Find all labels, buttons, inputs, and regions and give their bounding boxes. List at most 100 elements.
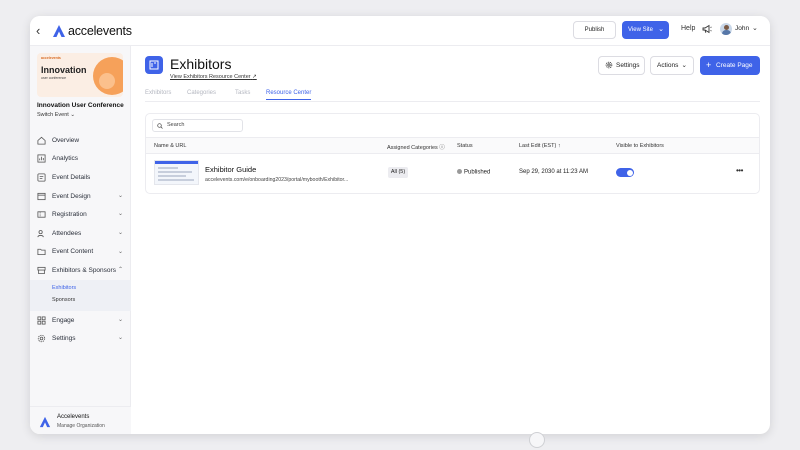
event-banner-subtitle: user conference <box>41 76 67 80</box>
brand-name: accelevents <box>68 24 132 38</box>
analytics-icon <box>37 154 46 163</box>
chevron-up-icon[interactable]: ⌃ <box>118 266 123 273</box>
attendees-icon <box>37 229 44 237</box>
event-details-icon <box>37 173 46 182</box>
organization-switcher[interactable]: Accelevents Manage Organization <box>30 406 131 434</box>
sidebar-item-label: Registration <box>52 211 87 219</box>
event-design-icon <box>37 192 46 200</box>
home-button[interactable] <box>529 432 545 448</box>
sidebar-subitem-exhibitors[interactable]: Exhibitors <box>52 285 76 291</box>
sidebar-item-event-details[interactable]: Event Details <box>30 168 131 187</box>
switch-event-dropdown[interactable]: Switch Event ⌄ <box>37 112 75 118</box>
top-bar: ‹ accelevents Publish View Site ⌄ Help J… <box>30 16 770 46</box>
chevron-down-icon[interactable]: ⌄ <box>118 229 123 236</box>
publish-button[interactable]: Publish <box>573 21 616 39</box>
status-badge: Published <box>457 169 490 176</box>
more-options-icon[interactable]: ••• <box>736 166 743 175</box>
actions-dropdown[interactable]: Actions ⌄ <box>650 56 694 75</box>
tab-bar: Exhibitors Categories Tasks Resource Cen… <box>145 90 760 102</box>
column-last-edit[interactable]: Last Edit (EST) ↑ <box>519 143 561 149</box>
user-name[interactable]: John <box>735 25 749 32</box>
chevron-down-icon[interactable]: ⌄ <box>118 316 123 323</box>
megaphone-icon[interactable] <box>702 24 712 34</box>
view-site-button[interactable]: View Site ⌄ <box>622 21 669 39</box>
tab-exhibitors[interactable]: Exhibitors <box>145 90 171 96</box>
sort-arrow-icon[interactable]: ↑ <box>558 143 561 149</box>
avatar[interactable] <box>720 23 732 35</box>
switch-event-label: Switch Event <box>37 112 69 118</box>
status-dot-icon <box>457 169 462 174</box>
app-window: ‹ accelevents Publish View Site ⌄ Help J… <box>30 16 770 434</box>
sidebar-submenu: Exhibitors Sponsors <box>30 279 131 311</box>
sidebar-item-event-content[interactable]: Event Content ⌄ <box>30 243 131 262</box>
sidebar-item-registration[interactable]: Registration ⌄ <box>30 205 131 224</box>
row-title[interactable]: Exhibitor Guide <box>205 165 256 174</box>
exhibitors-page-icon <box>145 56 163 74</box>
page-title: Exhibitors <box>170 56 232 72</box>
overview-icon <box>37 136 46 145</box>
column-status[interactable]: Status <box>457 143 473 149</box>
sidebar-item-label: Settings <box>52 335 76 343</box>
sidebar-item-label: Overview <box>52 136 80 144</box>
chevron-down-icon[interactable]: ⌄ <box>118 334 123 341</box>
column-visible[interactable]: Visible to Exhibitors <box>616 143 664 149</box>
info-icon[interactable]: ⓘ <box>439 145 445 151</box>
view-resource-center-label: View Exhibitors Resource Center <box>170 74 251 80</box>
status-label: Published <box>464 169 491 176</box>
view-resource-center-link[interactable]: View Exhibitors Resource Center ↗ <box>170 74 257 80</box>
settings-button[interactable]: Settings <box>598 56 645 75</box>
accelevents-logo-icon <box>39 416 51 428</box>
column-name-url[interactable]: Name & URL <box>154 143 186 149</box>
resource-table: Search Name & URL Assigned Categories ⓘ … <box>145 113 760 194</box>
category-chip[interactable]: All (5) <box>388 167 408 178</box>
sidebar-item-label: Exhibitors & Sponsors <box>52 266 116 274</box>
chevron-down-icon[interactable]: ⌄ <box>118 248 123 255</box>
event-banner[interactable]: accelevents Innovation user conference <box>37 53 123 97</box>
manage-organization-label: Manage Organization <box>57 423 105 429</box>
search-input[interactable]: Search <box>152 119 243 132</box>
chevron-down-icon[interactable]: ⌄ <box>752 24 758 32</box>
event-banner-brand: accelevents <box>41 56 61 60</box>
actions-label: Actions <box>657 62 679 69</box>
chevron-down-icon[interactable]: ⌄ <box>118 210 123 217</box>
sidebar-item-label: Engage <box>52 316 75 324</box>
sidebar-item-settings[interactable]: Settings ⌄ <box>30 329 131 348</box>
tab-resource-center[interactable]: Resource Center <box>266 90 312 100</box>
sidebar-item-event-design[interactable]: Event Design ⌄ <box>30 187 131 206</box>
sidebar-item-label: Event Design <box>52 192 91 200</box>
sidebar-item-label: Attendees <box>52 229 82 237</box>
search-icon <box>157 123 163 129</box>
sidebar-item-overview[interactable]: Overview <box>30 131 131 150</box>
logo[interactable]: accelevents <box>52 22 132 40</box>
sidebar-item-label: Analytics <box>52 155 79 163</box>
gear-icon <box>37 334 46 343</box>
sidebar-item-exhibitors-sponsors[interactable]: Exhibitors & Sponsors ⌃ <box>30 261 131 280</box>
settings-label: Settings <box>616 62 640 69</box>
chevron-down-icon[interactable]: ⌄ <box>118 192 123 199</box>
sidebar-item-analytics[interactable]: Analytics <box>30 150 131 169</box>
last-edit-date: Sep 29, 2030 at 11:23 AM <box>519 169 588 175</box>
registration-icon <box>37 211 46 218</box>
folder-icon <box>37 249 46 256</box>
visible-toggle[interactable] <box>616 168 634 177</box>
tab-categories[interactable]: Categories <box>187 90 216 96</box>
create-page-button[interactable]: + Create Page <box>700 56 760 75</box>
accelevents-logo-icon <box>53 25 65 37</box>
chevron-down-icon[interactable]: ⌄ <box>658 21 664 39</box>
tab-tasks[interactable]: Tasks <box>235 90 250 96</box>
create-page-label: Create Page <box>716 62 753 69</box>
row-url[interactable]: accelevents.com/e/onboarding2023/portal/… <box>205 177 348 183</box>
sidebar-subitem-sponsors[interactable]: Sponsors <box>52 297 75 303</box>
column-assigned-categories[interactable]: Assigned Categories ⓘ <box>387 143 445 151</box>
column-label: Assigned Categories <box>387 145 438 151</box>
sidebar-nav: Overview Analytics Event Details Event D… <box>30 131 131 348</box>
sidebar: accelevents Innovation user conference I… <box>30 46 131 434</box>
gear-icon <box>605 61 613 69</box>
help-link[interactable]: Help <box>681 25 695 32</box>
sidebar-item-engage[interactable]: Engage ⌄ <box>30 311 131 330</box>
page-thumbnail <box>154 160 199 185</box>
sidebar-item-attendees[interactable]: Attendees ⌄ <box>30 224 131 243</box>
table-row[interactable]: Exhibitor Guide accelevents.com/e/onboar… <box>146 154 759 194</box>
column-label: Last Edit (EST) <box>519 143 557 149</box>
back-arrow-icon[interactable]: ‹ <box>36 23 48 39</box>
